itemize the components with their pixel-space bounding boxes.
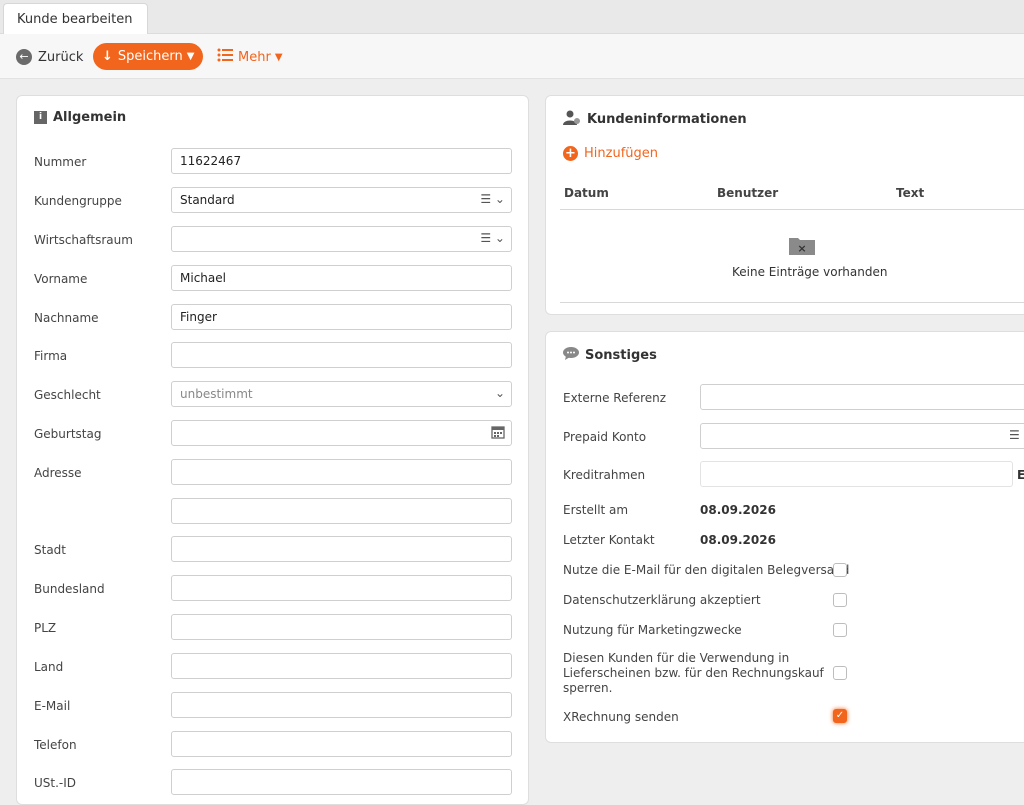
vorname-field[interactable]: Michael [171,265,512,291]
wirtschaftsraum-label: Wirtschaftsraum [34,233,133,247]
chat-icon [563,347,579,364]
info-icon: i [34,111,47,124]
download-icon: ↓ [102,49,113,64]
vorname-label: Vorname [34,272,88,286]
misc-title: Sonstiges [563,347,657,364]
wirtschaftsraum-select[interactable]: ☰ ⌄ [171,226,512,252]
customer-info-card: Kundeninformationen + Hinzufügen Datum B… [545,95,1024,315]
datenschutz-checkbox[interactable] [833,593,847,607]
sperren-checkbox[interactable] [833,666,847,680]
calendar-icon[interactable] [491,425,505,442]
ustid-field[interactable] [171,769,512,795]
check-icon: ✓ [835,710,845,721]
xrechnung-checkbox[interactable]: ✓ [833,709,847,723]
tab-kunde-bearbeiten[interactable]: Kunde bearbeiten [3,3,148,35]
firma-field[interactable] [171,342,512,368]
plz-label: PLZ [34,621,57,635]
save-label: Speichern [117,49,183,64]
chevron-down-icon: ▼ [274,51,283,63]
kreditrahmen-label: Kreditrahmen [563,468,646,482]
ustid-label: USt.-ID [34,776,77,790]
adresse-field-2[interactable] [171,498,512,524]
empty-folder-icon: × [789,235,815,258]
more-button[interactable]: Mehr ▼ [217,46,283,68]
externe-referenz-field[interactable] [700,384,1024,410]
list-icon [217,48,233,66]
prepaid-konto-select[interactable]: ☰ [700,423,1024,449]
menu-chevron-icon: ☰ ⌄ [480,192,505,206]
bundesland-label: Bundesland [34,582,105,596]
firma-label: Firma [34,349,68,363]
tab-bar: Kunde bearbeiten [0,0,1024,35]
land-label: Land [34,660,64,674]
user-icon [563,110,581,129]
marketing-checkbox[interactable] [833,623,847,637]
add-entry-button[interactable]: + Hinzufügen [563,146,658,161]
kundengruppe-value: Standard [180,193,235,207]
xrechnung-label: XRechnung senden [563,710,679,724]
email-field[interactable] [171,692,512,718]
kreditrahmen-currency: E [1017,468,1024,482]
geburtstag-label: Geburtstag [34,427,102,441]
more-label: Mehr [238,49,271,65]
sperren-label: Diesen Kunden für die Verwendung in Lief… [563,651,824,695]
plz-field[interactable] [171,614,512,640]
kundengruppe-label: Kundengruppe [34,194,122,208]
arrow-left-icon: ← [16,49,32,65]
svg-text:×: × [797,242,806,255]
column-header-benutzer[interactable]: Benutzer [717,186,778,200]
letzter-kontakt-label: Letzter Kontakt [563,533,655,547]
save-button[interactable]: ↓ Speichern ▼ [93,43,203,70]
geschlecht-select[interactable]: unbestimmt ⌄ [171,381,512,407]
chevron-down-icon: ⌄ [494,386,505,400]
adresse-field[interactable] [171,459,512,485]
geschlecht-value: unbestimmt [180,387,253,401]
back-label: Zurück [38,49,84,65]
erstellt-am-value: 08.09.2026 [700,503,776,517]
telefon-label: Telefon [34,738,77,752]
kreditrahmen-field[interactable] [700,461,1013,487]
column-header-datum[interactable]: Datum [564,186,609,200]
plus-icon: + [563,146,578,161]
nachname-label: Nachname [34,311,99,325]
erstellt-am-label: Erstellt am [563,503,629,517]
land-field[interactable] [171,653,512,679]
back-button[interactable]: ← Zurück [16,46,83,68]
geschlecht-label: Geschlecht [34,388,101,402]
stadt-field[interactable] [171,536,512,562]
nummer-field[interactable]: 11622467 [171,148,512,174]
prepaid-konto-label: Prepaid Konto [563,430,647,444]
datenschutz-label: Datenschutzerklärung akzeptiert [563,593,761,607]
nachname-field[interactable]: Finger [171,304,512,330]
nummer-label: Nummer [34,155,87,169]
divider [560,302,1024,303]
general-title: i Allgemein [34,110,126,125]
marketing-label: Nutzung für Marketingzwecke [563,623,742,637]
toolbar: ← Zurück ↓ Speichern ▼ Mehr ▼ [0,34,1024,79]
empty-message: Keine Einträge vorhanden [732,265,888,279]
misc-card: Sonstiges Externe Referenz Prepaid Konto… [545,331,1024,743]
belegversand-label: Nutze die E-Mail für den digitalen Beleg… [563,563,850,577]
bundesland-field[interactable] [171,575,512,601]
telefon-field[interactable] [171,731,512,757]
column-header-text[interactable]: Text [896,186,924,200]
general-card: i Allgemein Nummer 11622467 Kundengruppe… [16,95,529,805]
customer-info-title: Kundeninformationen [563,110,747,129]
geburtstag-field[interactable] [171,420,512,446]
adresse-label: Adresse [34,466,82,480]
externe-referenz-label: Externe Referenz [563,391,667,405]
kundengruppe-select[interactable]: Standard ☰ ⌄ [171,187,512,213]
info-table-header: Datum Benutzer Text [560,180,1024,210]
menu-icon: ☰ [1009,428,1020,442]
letzter-kontakt-value: 08.09.2026 [700,533,776,547]
add-entry-label: Hinzufügen [584,146,658,161]
email-label: E-Mail [34,699,71,713]
chevron-down-icon: ▼ [186,51,195,62]
belegversand-checkbox[interactable] [833,563,847,577]
stadt-label: Stadt [34,543,66,557]
menu-chevron-icon: ☰ ⌄ [480,231,505,245]
